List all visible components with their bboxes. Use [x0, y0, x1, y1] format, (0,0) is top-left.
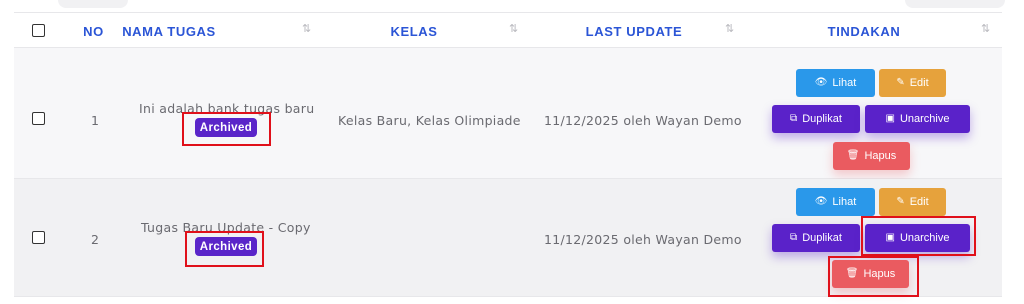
- table-header: NO NAMA TUGAS ⇅ KELAS ⇅ LAST UPDATE ⇅ TI…: [14, 12, 1002, 48]
- sort-icon[interactable]: ⇅: [981, 22, 990, 35]
- unarchive-label: Unarchive: [899, 113, 950, 125]
- top-strip: [0, 0, 1024, 12]
- sort-icon[interactable]: ⇅: [509, 22, 518, 35]
- duplikat-button[interactable]: ⧉ Duplikat: [772, 224, 860, 252]
- task-last-update: 11/12/2025 oleh Wayan Demo: [544, 113, 742, 128]
- highlight-box: [185, 231, 264, 267]
- edit-icon: ✎: [896, 196, 905, 207]
- highlight-box: [828, 256, 919, 297]
- header-no[interactable]: NO: [76, 13, 111, 49]
- lihat-label: Lihat: [832, 77, 857, 89]
- copy-icon: ⧉: [790, 113, 798, 124]
- lihat-button[interactable]: 👁 Lihat: [796, 69, 875, 97]
- highlight-box: [182, 112, 271, 146]
- row-checkbox[interactable]: [32, 231, 45, 244]
- duplikat-button[interactable]: ⧉ Duplikat: [772, 105, 860, 133]
- header-kelas[interactable]: KELAS: [384, 13, 444, 49]
- edit-label: Edit: [909, 196, 929, 208]
- row-number: 2: [91, 232, 99, 247]
- archive-box-icon: ▣: [885, 113, 895, 124]
- row-number: 1: [91, 113, 99, 128]
- copy-icon: ⧉: [790, 232, 798, 243]
- header-last-update[interactable]: LAST UPDATE: [574, 13, 694, 49]
- eye-icon: 👁: [814, 196, 828, 207]
- duplikat-label: Duplikat: [802, 232, 842, 244]
- task-last-update: 11/12/2025 oleh Wayan Demo: [544, 232, 742, 247]
- edit-button[interactable]: ✎ Edit: [879, 69, 946, 97]
- row-checkbox[interactable]: [32, 112, 45, 125]
- eye-icon: 👁: [814, 77, 828, 88]
- header-tindakan[interactable]: TINDAKAN: [824, 13, 904, 49]
- select-all-checkbox[interactable]: [32, 24, 45, 37]
- top-right-control: [905, 0, 1005, 8]
- sort-icon[interactable]: ⇅: [725, 22, 734, 35]
- hapus-button[interactable]: 🗑 Hapus: [833, 142, 910, 170]
- highlight-box: [861, 216, 976, 256]
- task-kelas: Kelas Baru, Kelas Olimpiade: [338, 113, 521, 128]
- edit-label: Edit: [909, 77, 929, 89]
- duplikat-label: Duplikat: [802, 113, 842, 125]
- edit-button[interactable]: ✎ Edit: [879, 188, 946, 216]
- top-left-control: [58, 0, 128, 8]
- trash-icon: 🗑: [846, 150, 860, 161]
- hapus-label: Hapus: [864, 150, 897, 162]
- edit-icon: ✎: [896, 77, 905, 88]
- lihat-label: Lihat: [832, 196, 857, 208]
- sort-icon[interactable]: ⇅: [302, 22, 311, 35]
- lihat-button[interactable]: 👁 Lihat: [796, 188, 875, 216]
- unarchive-button[interactable]: ▣ Unarchive: [865, 105, 970, 133]
- header-nama-tugas[interactable]: NAMA TUGAS: [119, 13, 219, 49]
- table-row: 1 Ini adalah bank tugas baru Archived Ke…: [14, 48, 1002, 179]
